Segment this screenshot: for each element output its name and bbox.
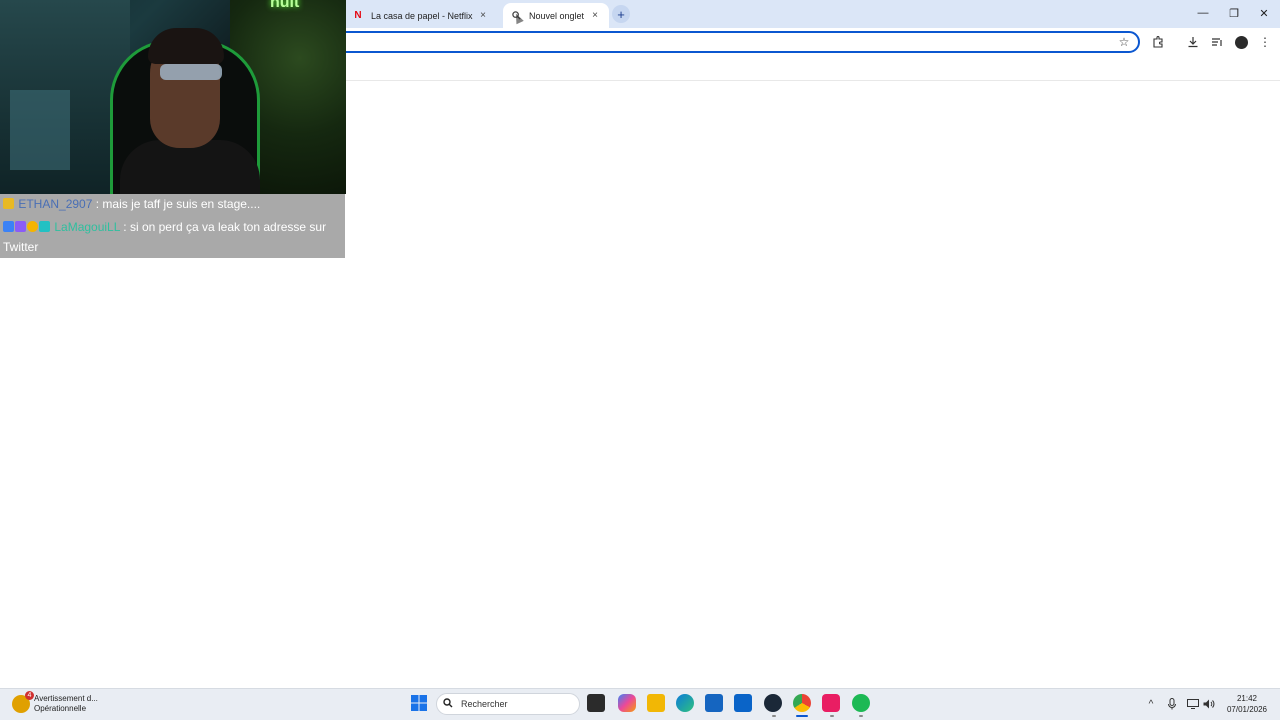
chat-message: LaMagouiLL : si on perd ça va leak ton a… — [3, 217, 343, 257]
weather-widget[interactable]: 4 Avertissement d... Opérationnelle — [12, 691, 98, 717]
menu-icon[interactable]: ⋮ — [1256, 33, 1274, 51]
gem-badge-icon — [15, 221, 26, 232]
tab-netflix[interactable]: N La casa de papel - Netflix × — [345, 3, 497, 28]
tiktok-icon[interactable] — [822, 694, 840, 712]
toolbar-divider — [346, 80, 1280, 81]
volume-icon[interactable] — [1202, 696, 1216, 712]
crown-badge-icon — [3, 198, 14, 209]
file-explorer-icon[interactable] — [647, 694, 665, 712]
running-indicator — [772, 715, 776, 717]
close-tab-icon[interactable]: × — [589, 10, 601, 22]
webcam-overlay: nuit — [0, 0, 346, 194]
running-indicator — [859, 715, 863, 717]
search-icon — [443, 697, 453, 711]
running-indicator — [830, 715, 834, 717]
netflix-icon: N — [354, 10, 362, 21]
close-window-button[interactable]: ✕ — [1254, 4, 1274, 22]
clock-time: 21:42 — [1236, 694, 1258, 703]
download-icon[interactable] — [1184, 33, 1202, 51]
tab-label: La casa de papel - Netflix — [371, 10, 473, 21]
store-icon[interactable] — [705, 694, 723, 712]
task-view-icon[interactable] — [587, 694, 605, 712]
bookmark-star-icon[interactable]: ☆ — [1116, 34, 1132, 50]
steam-icon[interactable] — [764, 694, 782, 712]
weather-subtitle: Opérationnelle — [34, 704, 87, 713]
mod-badge-icon — [3, 221, 14, 232]
clock-date: 07/01/2026 — [1226, 705, 1268, 714]
edge-icon[interactable] — [676, 694, 694, 712]
close-tab-icon[interactable]: × — [477, 10, 489, 22]
system-clock[interactable]: 21:42 07/01/2026 — [1222, 693, 1272, 715]
tray-chevron-icon[interactable]: ^ — [1144, 696, 1158, 712]
taskbar — [0, 688, 1280, 720]
streamer-glasses — [160, 64, 222, 80]
extensions-icon[interactable] — [1149, 33, 1167, 51]
warning-icon: 4 — [12, 691, 34, 713]
profile-avatar-icon[interactable] — [1232, 33, 1250, 51]
minimize-button[interactable]: — — [1193, 4, 1213, 22]
chat-text: : mais je taff je suis en stage.... — [92, 197, 261, 211]
chat-text: : si on perd ça va leak ton adresse sur … — [3, 220, 327, 254]
copilot-icon[interactable] — [618, 694, 636, 712]
coin-badge-icon — [27, 221, 38, 232]
restore-button[interactable]: ❐ — [1224, 4, 1244, 22]
outlook-icon[interactable] — [734, 694, 752, 712]
search-placeholder: Rechercher — [461, 699, 508, 709]
new-tab-button[interactable]: + — [612, 5, 630, 23]
chat-message: ETHAN_2907 : mais je taff je suis en sta… — [3, 194, 260, 214]
media-control-icon[interactable] — [1208, 33, 1226, 51]
address-bar[interactable] — [334, 31, 1140, 53]
streamer-body — [120, 140, 260, 194]
microphone-icon[interactable] — [1165, 696, 1179, 712]
screen: N La casa de papel - Netflix × Nouvel on… — [0, 0, 1280, 720]
active-indicator — [796, 715, 808, 717]
network-icon[interactable] — [1186, 696, 1200, 712]
chrome-icon[interactable] — [793, 694, 811, 712]
streamer-hair — [148, 28, 224, 64]
chat-overlay: ETHAN_2907 : mais je taff je suis en sta… — [0, 194, 345, 258]
chat-username: ETHAN_2907 — [18, 197, 93, 211]
weather-title: Avertissement d... — [34, 694, 98, 703]
windows-start-icon[interactable] — [410, 694, 428, 712]
spotify-icon[interactable] — [852, 694, 870, 712]
chat-username: LaMagouiLL — [54, 220, 120, 234]
neon-sign: nuit — [270, 0, 300, 11]
notification-badge: 4 — [25, 691, 34, 700]
taskbar-search[interactable]: Rechercher — [436, 693, 580, 715]
sub-badge-icon — [39, 221, 50, 232]
tab-label: Nouvel onglet — [529, 10, 585, 21]
